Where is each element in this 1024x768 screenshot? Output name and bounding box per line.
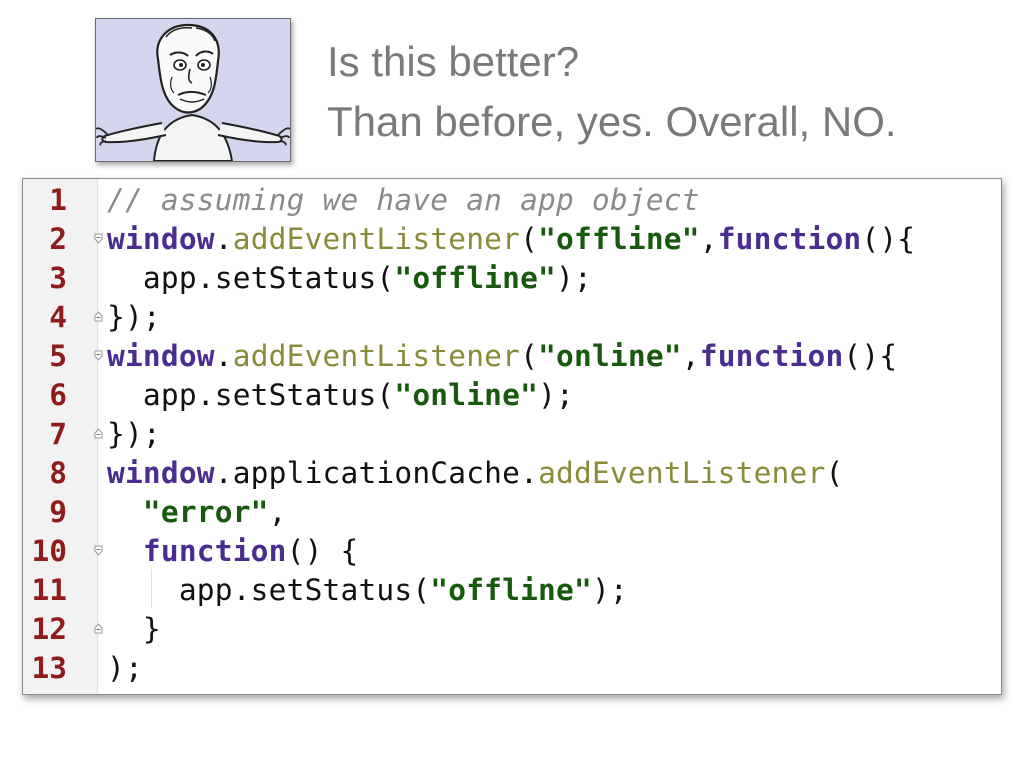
code-token: function [699,339,844,373]
code-token: .applicationCache. [214,456,539,490]
line-number: 12 [31,612,67,646]
code-token: ); [591,573,628,607]
code-token: } [107,612,161,646]
code-token: (){ [843,339,898,373]
fold-collapse-icon[interactable] [94,545,103,556]
code-line: 9 "error", [23,493,1001,532]
fold-end-icon [94,311,103,322]
code-token: "online" [394,378,539,412]
code-token: ( [520,339,539,373]
code-text: // assuming we have an app object [107,181,700,220]
fold-collapse-icon[interactable] [94,350,103,361]
code-line: 5 window.addEventListener("online",functi… [23,337,1001,376]
code-token: window [107,339,215,373]
code-token: app.setStatus( [107,378,395,412]
fold-end-icon [94,623,103,634]
code-token: "offline" [538,222,700,256]
code-text: }); [107,298,161,337]
code-token: ); [538,378,574,412]
code-token: , [681,339,700,373]
code-token: (){ [861,222,916,256]
code-line: 6 app.setStatus("online"); [23,376,1001,415]
line-number: 2 [49,222,67,256]
code-text: }); [107,415,161,454]
code-token: app.setStatus( [107,261,395,295]
code-token: addEventListener [232,339,521,373]
code-text: window.addEventListener("online",functio… [107,337,897,376]
code-token: . [214,339,233,373]
code-line: 10 function() { [23,532,1001,571]
code-line: 13); [23,649,1001,688]
code-token: ( [825,456,844,490]
code-token: app.setStatus( [107,573,431,607]
code-token: , [699,222,718,256]
code-line: 11 app.setStatus("offline"); [23,571,1001,610]
line-number: 3 [49,261,67,295]
code-token: ); [556,261,592,295]
code-line: 12 } [23,610,1001,649]
code-text: app.setStatus("offline"); [107,259,592,298]
line-number: 1 [49,183,67,217]
code-text: function() { [107,532,358,571]
code-line: 2 window.addEventListener("offline",funct… [23,220,1001,259]
code-token: () { [286,534,359,568]
line-number: 10 [31,534,67,568]
fold-end-icon [94,428,103,439]
code-token: window [107,456,215,490]
line-number: 11 [31,573,67,607]
code-line: 1 // assuming we have an app object [23,181,1001,220]
code-token: addEventListener [232,222,521,256]
slide-title-answer: Than before, yes. Overall, NO. [327,98,897,145]
line-number: 7 [49,417,67,451]
shrugging-meme-image [95,18,291,162]
code-token: ); [107,651,143,685]
code-text: app.setStatus("online"); [107,376,574,415]
code-text: "error", [107,493,287,532]
code-token: "offline" [394,261,557,295]
code-line: 8 window.applicationCache.addEventListene… [23,454,1001,493]
code-line: 4}); [23,298,1001,337]
code-token: }); [107,300,161,334]
code-token: // assuming we have an app object [107,183,700,217]
code-token: "offline" [430,573,592,607]
line-number: 4 [49,300,67,334]
code-token: "error" [142,495,269,529]
slide-title-question: Is this better? [327,38,580,85]
code-text: ); [107,649,143,688]
code-token: ( [520,222,539,256]
code-text: window.applicationCache.addEventListener… [107,454,843,493]
code-token: addEventListener [538,456,826,490]
code-token: . [214,222,233,256]
code-token: window [107,222,215,256]
code-token: }); [107,417,161,451]
code-text: } [107,610,161,649]
code-token: , [268,495,287,529]
line-number: 5 [49,339,67,373]
code-text: window.addEventListener("offline",functi… [107,220,915,259]
line-number: 6 [49,378,67,412]
fold-collapse-icon[interactable] [94,233,103,244]
code-editor: 1 // assuming we have an app object 2 windo… [22,178,1002,695]
code-token: function [142,534,287,568]
code-token: "online" [538,339,682,373]
line-number: 9 [49,495,67,529]
code-token: function [717,222,862,256]
line-number: 13 [31,651,67,685]
code-line: 7}); [23,415,1001,454]
code-text: app.setStatus("offline"); [107,571,628,610]
code-line: 3 app.setStatus("offline"); [23,259,1001,298]
line-number: 8 [49,456,67,490]
